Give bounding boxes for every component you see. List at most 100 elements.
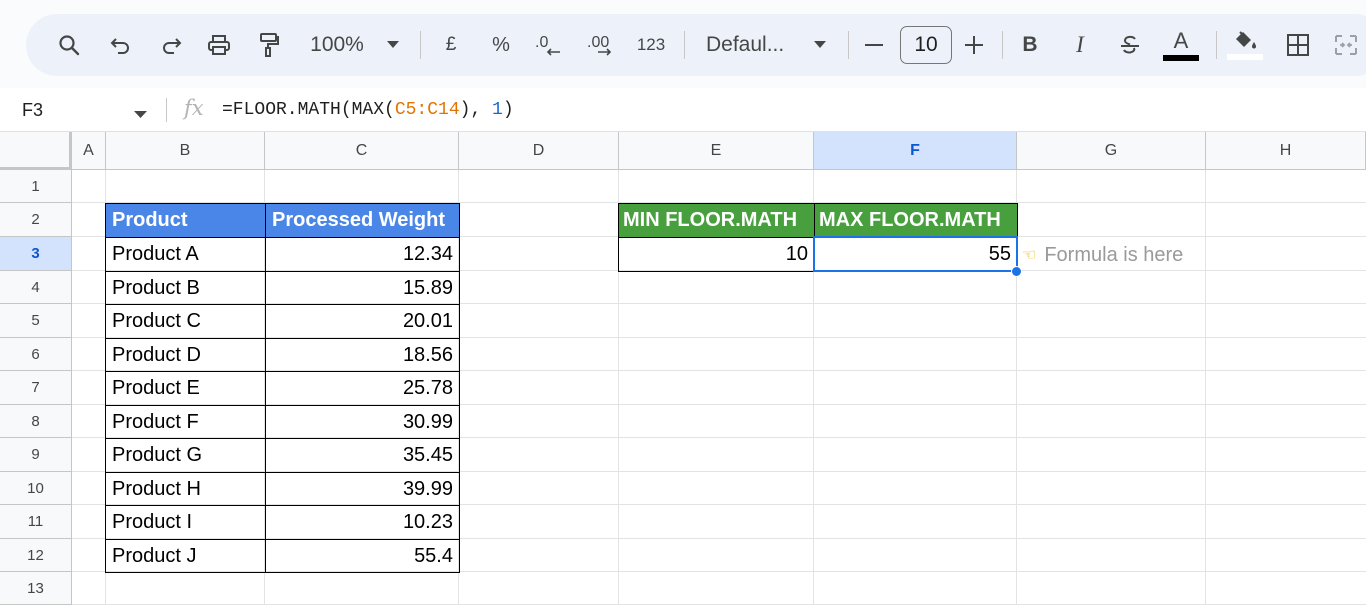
cell-b4[interactable]: Product B — [105, 271, 266, 305]
formula-bar: F3 fx =FLOOR.MATH(MAX(C5:C14), 1) — [0, 88, 1366, 132]
percent-format-button[interactable]: % — [488, 14, 514, 76]
cell-f3-max-value[interactable]: 55 — [814, 237, 1018, 272]
currency-format-button[interactable]: £ — [438, 14, 464, 76]
row-header-12[interactable]: 12 — [0, 539, 72, 572]
column-header-h[interactable]: H — [1206, 132, 1366, 170]
cell-c7[interactable]: 25.78 — [265, 371, 460, 406]
formula-suffix: ) — [502, 100, 514, 120]
name-box-dropdown-icon[interactable] — [134, 106, 147, 124]
cell-e3-min-value[interactable]: 10 — [618, 237, 815, 272]
backhand-pointing-left-icon: ☜ — [1022, 247, 1037, 264]
fill-handle[interactable] — [1011, 266, 1022, 277]
strikethrough-icon[interactable] — [1116, 14, 1144, 76]
font-size-input[interactable]: 10 — [900, 26, 952, 64]
cell-b11[interactable]: Product I — [105, 505, 266, 540]
cell-b2-product-header[interactable]: Product — [105, 203, 266, 238]
column-header-f[interactable]: F — [814, 132, 1017, 170]
toolbar-divider — [420, 31, 421, 59]
cell-b5[interactable]: Product C — [105, 304, 266, 339]
spreadsheet-grid[interactable]: A B C D E F G H 1 2 3 4 5 6 7 8 9 10 11 … — [0, 132, 1366, 605]
row-header-3[interactable]: 3 — [0, 237, 72, 271]
cell-b6[interactable]: Product D — [105, 338, 266, 372]
cell-c4[interactable]: 15.89 — [265, 271, 460, 305]
print-icon[interactable] — [204, 14, 234, 76]
toolbar-area: 100% £ % .0 .00 123 Defaul... 10 B I A — [0, 0, 1366, 88]
column-header-b[interactable]: B — [106, 132, 265, 170]
cell-e2-min-header[interactable]: MIN FLOOR.MATH — [618, 203, 815, 238]
toolbar-divider — [1002, 31, 1003, 59]
cell-c5[interactable]: 20.01 — [265, 304, 460, 339]
cell-f2-max-header[interactable]: MAX FLOOR.MATH — [814, 203, 1018, 238]
cell-b3[interactable]: Product A — [105, 237, 266, 272]
row-header-9[interactable]: 9 — [0, 438, 72, 472]
italic-button[interactable]: I — [1068, 14, 1092, 76]
row-header-13[interactable]: 13 — [0, 572, 72, 605]
formula-bar-divider — [166, 98, 167, 122]
cell-b7[interactable]: Product E — [105, 371, 266, 406]
cell-b10[interactable]: Product H — [105, 472, 266, 506]
font-family-select[interactable]: Defaul... — [706, 14, 794, 76]
text-color-letter: A — [1173, 27, 1189, 53]
column-header-e[interactable]: E — [619, 132, 814, 170]
name-box[interactable]: F3 — [22, 88, 43, 132]
cell-c2-weight-header[interactable]: Processed Weight — [265, 203, 460, 238]
fx-icon: fx — [184, 96, 204, 120]
row-header-1[interactable]: 1 — [0, 170, 72, 203]
toolbar-divider — [684, 31, 685, 59]
row-header-7[interactable]: 7 — [0, 371, 72, 405]
column-header-c[interactable]: C — [265, 132, 459, 170]
cell-c8[interactable]: 30.99 — [265, 405, 460, 439]
decrease-font-size-icon[interactable] — [862, 14, 886, 76]
cell-c11[interactable]: 10.23 — [265, 505, 460, 540]
row-header-6[interactable]: 6 — [0, 338, 72, 371]
undo-icon[interactable] — [106, 14, 136, 76]
zoom-dropdown-arrow-icon[interactable] — [382, 14, 404, 76]
row-header-10[interactable]: 10 — [0, 472, 72, 505]
zoom-select[interactable]: 100% — [306, 14, 368, 76]
cell-c12[interactable]: 55.4 — [265, 539, 460, 573]
formula-note[interactable]: ☜ Formula is here — [1022, 237, 1183, 273]
formula-range-ref: C5:C14 — [394, 100, 460, 120]
text-color-button[interactable]: A — [1162, 14, 1200, 76]
column-header-g[interactable]: G — [1017, 132, 1206, 170]
row-header-5[interactable]: 5 — [0, 304, 72, 338]
decrease-decimal-icon[interactable]: .0 — [532, 14, 566, 76]
merge-cells-icon[interactable] — [1332, 14, 1360, 76]
column-header-a[interactable]: A — [72, 132, 106, 170]
formula-prefix: =FLOOR.MATH(MAX( — [222, 100, 395, 120]
formula-mid: ), — [459, 100, 493, 120]
fill-color-icon[interactable] — [1226, 14, 1264, 76]
cell-b12[interactable]: Product J — [105, 539, 266, 573]
select-all-corner[interactable] — [0, 132, 72, 170]
cell-c6[interactable]: 18.56 — [265, 338, 460, 372]
increase-font-size-icon[interactable] — [962, 14, 986, 76]
formula-significance-arg: 1 — [492, 100, 503, 120]
row-header-11[interactable]: 11 — [0, 505, 72, 539]
more-formats-button[interactable]: 123 — [634, 14, 668, 76]
font-dropdown-arrow-icon[interactable] — [810, 14, 830, 76]
gridline — [1205, 170, 1206, 605]
fill-color-swatch — [1227, 54, 1263, 60]
row-header-2[interactable]: 2 — [0, 203, 72, 237]
toolbar-divider — [848, 31, 849, 59]
row-header-4[interactable]: 4 — [0, 271, 72, 304]
cell-b9[interactable]: Product G — [105, 438, 266, 473]
column-header-d[interactable]: D — [459, 132, 619, 170]
toolbar-divider — [1216, 31, 1217, 59]
row-header-8[interactable]: 8 — [0, 405, 72, 438]
svg-text:.0: .0 — [535, 34, 548, 51]
redo-icon[interactable] — [156, 14, 186, 76]
formula-input[interactable]: =FLOOR.MATH(MAX(C5:C14), 1) — [222, 88, 514, 132]
cell-c9[interactable]: 35.45 — [265, 438, 460, 473]
cell-c3[interactable]: 12.34 — [265, 237, 460, 272]
cell-b8[interactable]: Product F — [105, 405, 266, 439]
increase-decimal-icon[interactable]: .00 — [584, 14, 620, 76]
borders-icon[interactable] — [1284, 14, 1312, 76]
paint-format-icon[interactable] — [254, 14, 284, 76]
bold-button[interactable]: B — [1018, 14, 1042, 76]
toolbar: 100% £ % .0 .00 123 Defaul... 10 B I A — [26, 14, 1366, 76]
cell-c10[interactable]: 39.99 — [265, 472, 460, 506]
formula-note-text: Formula is here — [1044, 243, 1184, 266]
search-menus-icon[interactable] — [54, 14, 84, 76]
text-color-swatch — [1163, 54, 1199, 61]
